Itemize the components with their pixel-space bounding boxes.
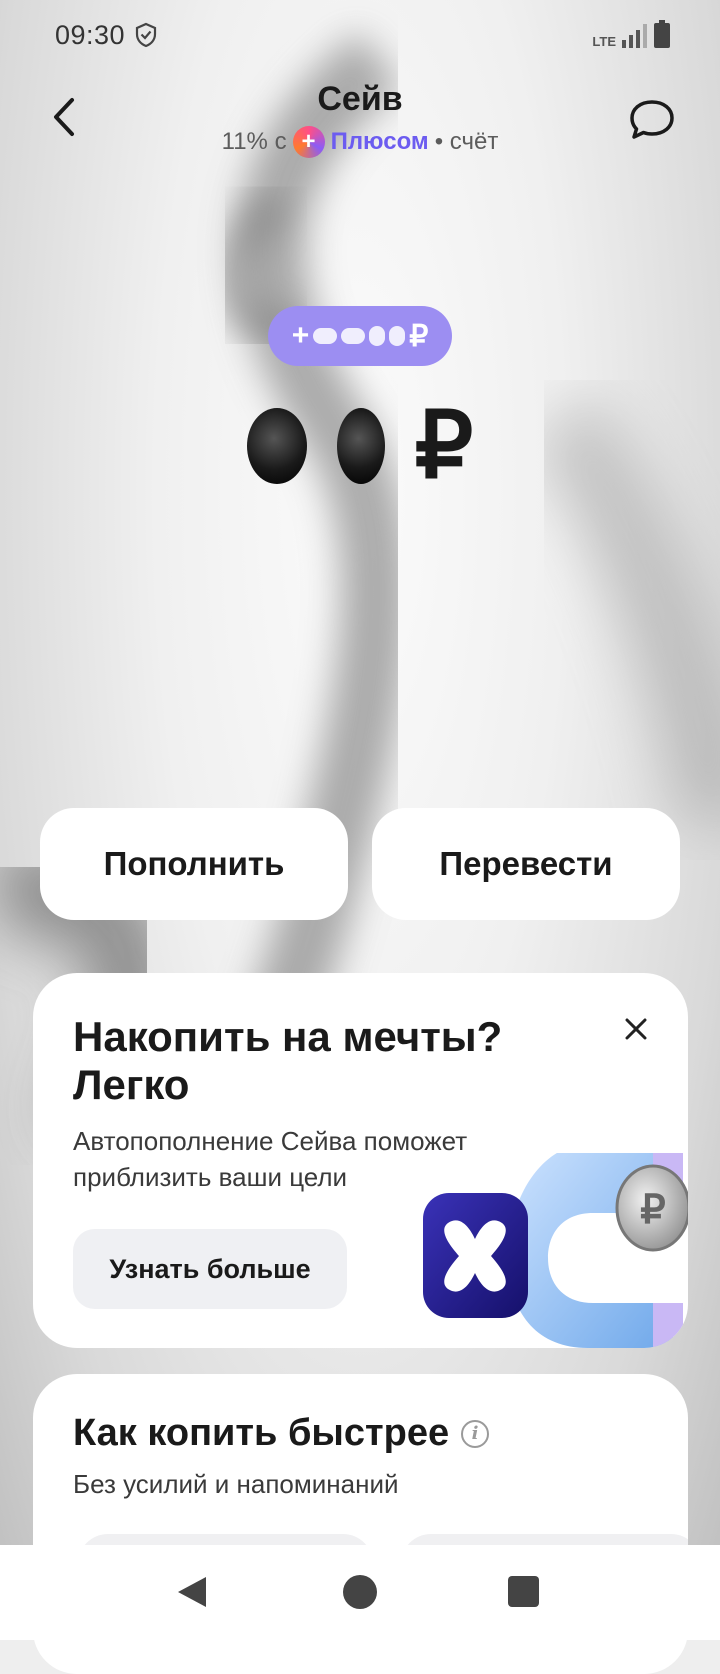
status-indicators: LTE [592, 20, 670, 48]
hidden-digit [246, 407, 307, 484]
hidden-digit [369, 326, 386, 346]
nav-home-icon[interactable] [343, 1575, 377, 1609]
promo-card: Накопить на мечты? Легко Автопополнение … [33, 973, 688, 1348]
balance-currency: ₽ [414, 395, 474, 497]
plus-logo-icon: + [292, 126, 325, 158]
subtitle-brand: Плюсом [330, 128, 429, 155]
top-up-button[interactable]: Пополнить [40, 808, 348, 920]
nav-recents-icon[interactable] [508, 1576, 539, 1607]
system-nav-bar [0, 1545, 720, 1640]
tips-title-row: Как копить быстрее i [73, 1412, 490, 1455]
header: Сейв 11% с + Плюсом • счёт [0, 72, 720, 182]
info-icon[interactable]: i [461, 1419, 490, 1448]
bonus-badge: + ₽ [268, 306, 452, 366]
bonus-currency: ₽ [409, 319, 429, 353]
tips-title: Как копить быстрее [73, 1412, 450, 1454]
network-label: LTE [592, 34, 616, 49]
balance-amount: ₽ [0, 392, 720, 499]
hidden-digit [336, 407, 385, 484]
magnet-coin-illustration: ₽ [423, 1153, 688, 1348]
signal-icon [622, 24, 647, 48]
page-subtitle[interactable]: 11% с + Плюсом • счёт [0, 126, 720, 158]
subtitle-rate: 11% с [221, 128, 287, 155]
transfer-button[interactable]: Перевести [372, 808, 680, 920]
hidden-digit [341, 328, 366, 344]
status-time: 09:30 [55, 20, 126, 50]
nav-back-icon[interactable] [176, 1575, 208, 1609]
shield-icon [135, 22, 157, 48]
subtitle-suffix: • счёт [434, 128, 499, 155]
battery-icon [654, 20, 670, 48]
status-bar: 09:30 LTE [0, 0, 720, 72]
chat-bubble-icon[interactable] [624, 92, 680, 148]
hidden-digit [313, 328, 338, 344]
learn-more-button[interactable]: Узнать больше [73, 1229, 347, 1309]
tips-subtitle: Без усилий и напоминаний [73, 1469, 399, 1499]
action-buttons: Пополнить Перевести [40, 808, 680, 920]
close-icon[interactable] [618, 1011, 654, 1047]
bonus-prefix: + [291, 319, 310, 352]
promo-title: Накопить на мечты? Легко [73, 1013, 503, 1108]
svg-text:₽: ₽ [640, 1188, 665, 1232]
hidden-digit [389, 326, 406, 346]
page-title: Сейв [317, 80, 403, 118]
